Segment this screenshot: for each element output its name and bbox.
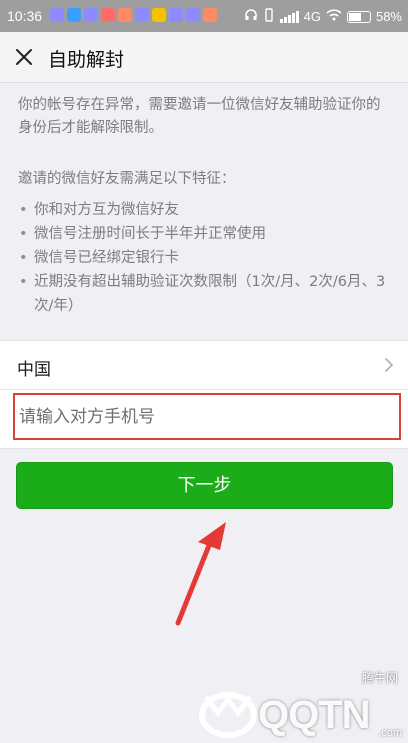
network-type: 4G [303,9,321,24]
app-notification-icon [50,8,64,22]
app-notification-icon [101,8,115,22]
country-label: 中国 [17,360,51,380]
app-notification-icon [84,8,98,22]
watermark-brand: 腾牛网 [361,671,398,685]
country-selector[interactable]: 中国 [0,341,408,390]
next-button[interactable]: 下一步 [16,462,393,509]
wifi-icon [326,9,342,24]
app-notification-icon [186,8,200,22]
app-notification-icon [169,8,183,22]
app-notification-icon [203,8,217,22]
watermark-text: QQTN [258,693,371,737]
app-notification-icon [152,8,166,22]
status-indicators: 4G 58% [244,8,402,25]
chevron-right-icon [384,357,394,373]
watermark-logo-icon [199,692,257,738]
requirements-title: 邀请的微信好友需满足以下特征： [18,171,236,187]
status-time: 10:36 [7,8,43,24]
app-notification-icon [118,8,132,22]
requirement-item: 微信号注册时间长于半年并正常使用 [18,222,398,246]
requirement-item: 微信号已经绑定银行卡 [18,246,398,270]
app-notification-icon [67,8,81,22]
phone-input-highlight [13,393,401,440]
headset-icon [244,8,258,25]
status-bar: 10:36 4G 58% [0,0,408,32]
requirements-list: 你和对方互为微信好友 微信号注册时间长于半年并正常使用 微信号已经绑定银行卡 近… [18,198,398,318]
battery-percent: 58% [375,9,402,24]
app-notification-icon [135,8,149,22]
vibrate-icon [263,8,275,25]
close-icon[interactable] [12,45,36,69]
page-title: 自助解封 [48,49,125,71]
signal-icon [279,10,299,23]
notification-icons [50,8,217,22]
watermark-domain: .com [378,727,402,739]
annotation-arrow-icon [175,522,226,626]
requirement-item: 你和对方互为微信好友 [18,198,398,222]
phone-input[interactable] [15,395,399,438]
title-bar: 自助解封 [0,32,408,83]
watermark: 腾牛网 QQTN .com [198,663,408,743]
intro-text: 你的帐号存在异常，需要邀请一位微信好友辅助验证你的身份后才能解除限制。 [18,97,381,136]
requirement-item: 近期没有超出辅助验证次数限制（1次/月、2次/6月、3次/年） [18,270,398,318]
battery-icon [346,10,371,23]
phone-form: 中国 [0,340,408,449]
